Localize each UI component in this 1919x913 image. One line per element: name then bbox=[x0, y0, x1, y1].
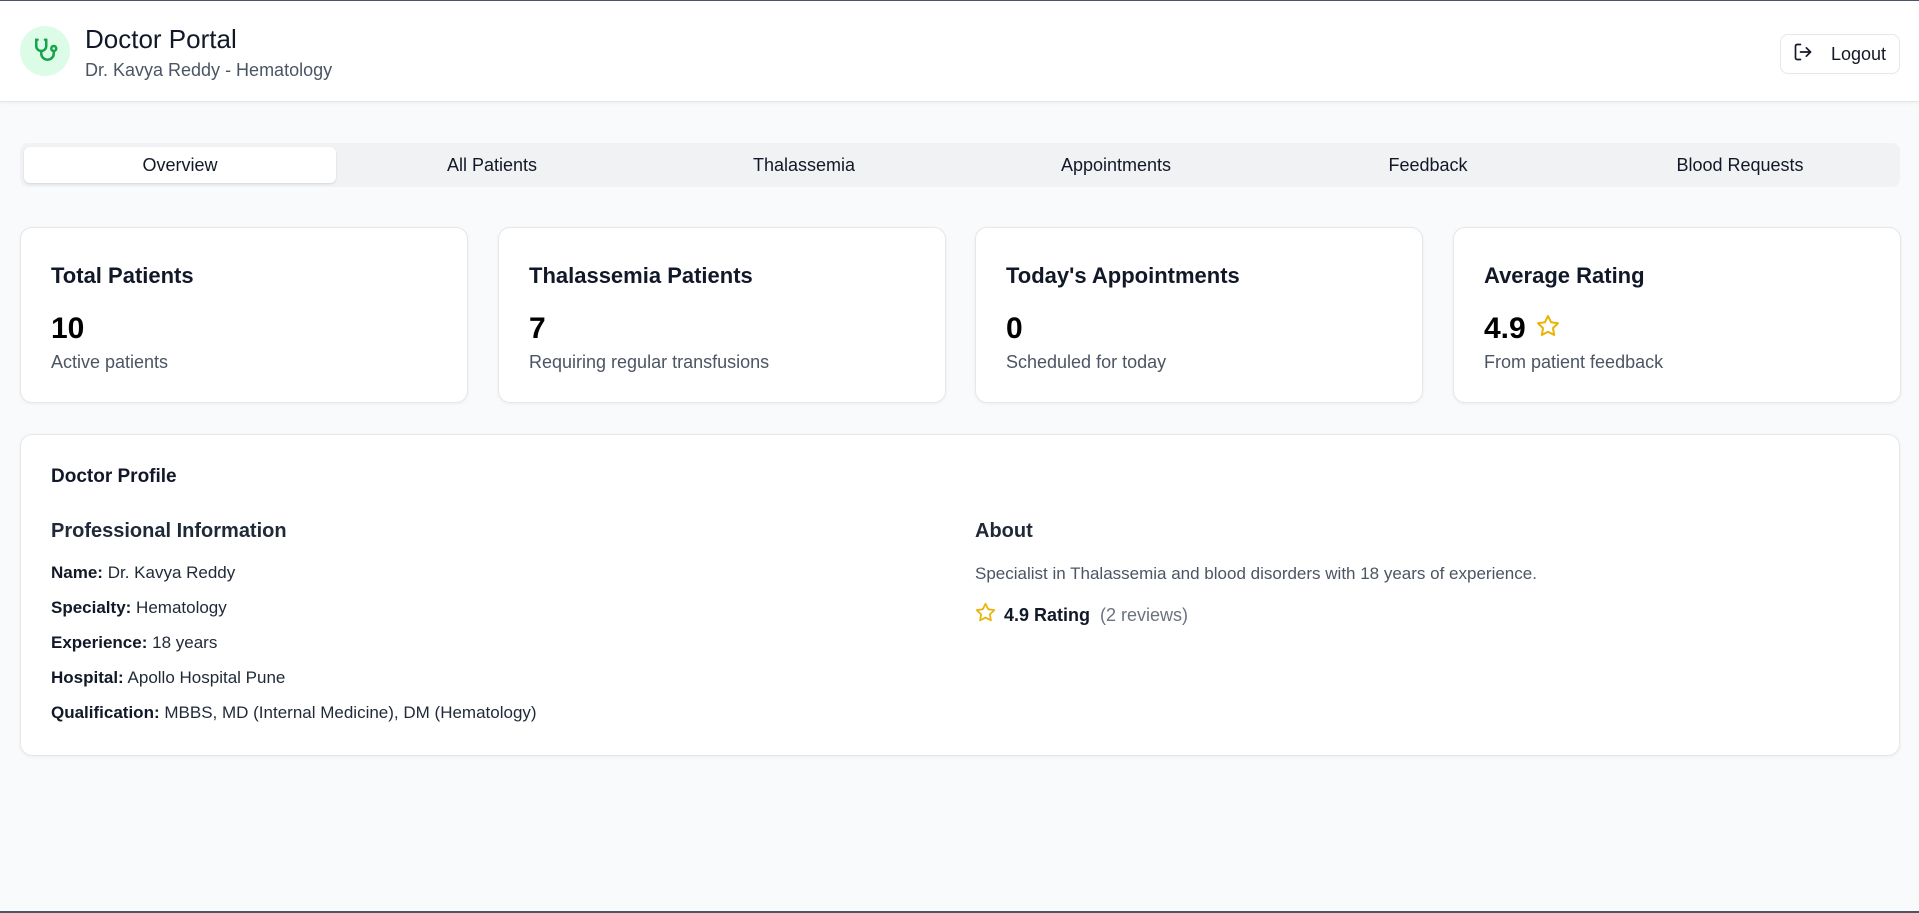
stat-card-todays-appointments: Today's Appointments 0 Scheduled for tod… bbox=[975, 227, 1423, 403]
info-value: Hematology bbox=[136, 598, 227, 617]
about-title: About bbox=[975, 520, 1033, 542]
stat-title: Average Rating bbox=[1484, 263, 1645, 288]
stat-card-average-rating: Average Rating 4.9 From patient feedback bbox=[1453, 227, 1901, 403]
tab-all-patients[interactable]: All Patients bbox=[336, 147, 648, 183]
stat-title: Total Patients bbox=[51, 263, 194, 288]
stat-value-text: 10 bbox=[51, 312, 85, 345]
stat-value: 7 bbox=[529, 312, 546, 346]
info-key: Name: bbox=[51, 563, 103, 582]
star-icon bbox=[975, 602, 996, 628]
info-row-hospital: Hospital: Apollo Hospital Pune bbox=[51, 668, 285, 688]
stat-value-text: 0 bbox=[1006, 312, 1023, 345]
about-text: Specialist in Thalassemia and blood diso… bbox=[975, 564, 1537, 583]
tab-thalassemia[interactable]: Thalassemia bbox=[648, 147, 960, 183]
stat-caption: From patient feedback bbox=[1484, 352, 1664, 372]
rating-summary: 4.9 Rating (2 reviews) bbox=[975, 602, 1188, 628]
stat-value-text: 7 bbox=[529, 312, 546, 345]
stat-value-text: 4.9 bbox=[1484, 312, 1526, 345]
doctor-subtitle: Dr. Kavya Reddy - Hematology bbox=[85, 60, 333, 80]
stat-value: 10 bbox=[51, 312, 84, 346]
stat-title: Thalassemia Patients bbox=[529, 263, 753, 288]
stat-caption: Active patients bbox=[51, 352, 169, 372]
logout-label: Logout bbox=[1831, 43, 1887, 64]
tab-overview[interactable]: Overview bbox=[24, 147, 336, 183]
info-key: Qualification: bbox=[51, 703, 160, 722]
logout-button[interactable]: Logout bbox=[1780, 34, 1900, 74]
app-header: Doctor Portal Dr. Kavya Reddy - Hematolo… bbox=[0, 0, 1919, 102]
info-key: Specialty: bbox=[51, 598, 132, 617]
info-row-qualification: Qualification: MBBS, MD (Internal Medici… bbox=[51, 703, 537, 723]
stat-card-thalassemia-patients: Thalassemia Patients 7 Requiring regular… bbox=[498, 227, 946, 403]
stat-title: Today's Appointments bbox=[1006, 263, 1240, 288]
professional-info-title: Professional Information bbox=[51, 520, 287, 542]
info-value: 18 years bbox=[152, 633, 218, 652]
info-row-experience: Experience: 18 years bbox=[51, 633, 217, 653]
stethoscope-icon bbox=[20, 26, 70, 76]
tab-appointments[interactable]: Appointments bbox=[960, 147, 1272, 183]
info-key: Experience: bbox=[51, 633, 148, 652]
app-title: Doctor Portal bbox=[85, 24, 237, 54]
doctor-profile-card: Doctor Profile Professional Information … bbox=[20, 434, 1900, 756]
info-row-specialty: Specialty: Hematology bbox=[51, 598, 227, 618]
logout-icon bbox=[1793, 42, 1813, 67]
profile-title: Doctor Profile bbox=[51, 466, 177, 487]
info-row-name: Name: Dr. Kavya Reddy bbox=[51, 563, 235, 583]
info-key: Hospital: bbox=[51, 668, 124, 687]
info-value: Apollo Hospital Pune bbox=[127, 668, 286, 687]
tab-blood-requests[interactable]: Blood Requests bbox=[1584, 147, 1896, 183]
stat-value: 4.9 bbox=[1484, 312, 1560, 346]
info-value: Dr. Kavya Reddy bbox=[107, 563, 236, 582]
tab-bar: Overview All Patients Thalassemia Appoin… bbox=[20, 143, 1900, 187]
stat-card-total-patients: Total Patients 10 Active patients bbox=[20, 227, 468, 403]
stat-caption: Requiring regular transfusions bbox=[529, 352, 770, 372]
star-icon bbox=[1536, 312, 1560, 346]
stat-value: 0 bbox=[1006, 312, 1023, 346]
stat-caption: Scheduled for today bbox=[1006, 352, 1167, 372]
rating-label: 4.9 Rating bbox=[1004, 604, 1091, 625]
tab-feedback[interactable]: Feedback bbox=[1272, 147, 1584, 183]
info-value: MBBS, MD (Internal Medicine), DM (Hemato… bbox=[164, 703, 537, 722]
reviews-count: (2 reviews) bbox=[1100, 604, 1189, 625]
